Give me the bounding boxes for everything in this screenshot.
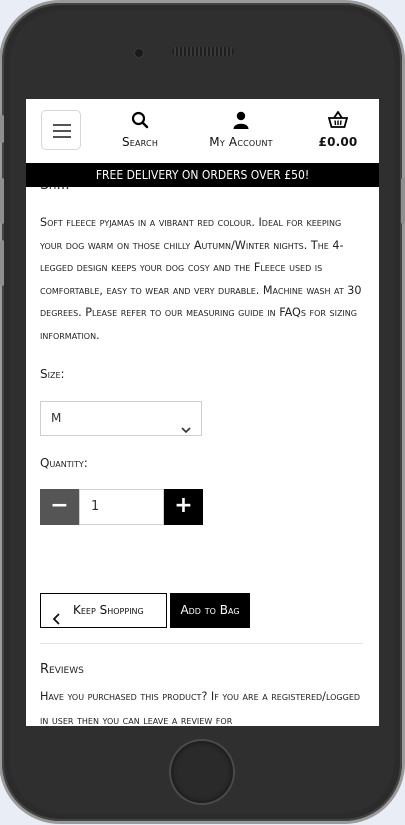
front-camera xyxy=(135,49,143,57)
user-icon xyxy=(202,111,280,131)
basket-icon xyxy=(317,110,359,131)
quantity-label: Quantity: xyxy=(40,456,88,470)
phone-volume-down xyxy=(0,240,4,286)
size-label: Size: xyxy=(40,367,65,381)
decrement-button[interactable]: − xyxy=(40,489,79,525)
quantity-input[interactable]: 1 xyxy=(79,489,164,525)
site-header: Search My Account £0.00 xyxy=(26,99,379,163)
add-to-bag-button[interactable]: Add to Bag xyxy=(170,593,250,628)
chevron-down-icon xyxy=(181,414,191,447)
hamburger-icon-bar xyxy=(53,136,71,138)
reviews-heading: Reviews xyxy=(40,662,84,677)
keep-shopping-button[interactable]: Keep Shopping xyxy=(40,593,167,628)
search-link[interactable]: Search xyxy=(118,111,162,149)
search-label: Search xyxy=(121,135,159,149)
phone-mute-switch xyxy=(0,115,4,143)
hamburger-icon-bar xyxy=(53,130,71,132)
bag-total: £0.00 xyxy=(318,135,358,149)
menu-toggle-button[interactable] xyxy=(41,110,81,150)
account-label: My Account xyxy=(209,135,273,149)
delivery-banner: FREE DELIVERY ON ORDERS OVER £50! xyxy=(26,163,379,187)
speaker-grille xyxy=(172,47,234,56)
home-button[interactable] xyxy=(171,741,233,803)
phone-power-button xyxy=(401,178,405,224)
my-account-link[interactable]: My Account xyxy=(202,111,280,149)
increment-button[interactable]: + xyxy=(164,489,203,525)
hamburger-icon xyxy=(53,124,71,126)
chevron-left-icon xyxy=(52,605,60,638)
section-divider xyxy=(40,643,363,644)
screen: Sh... Search My Account £0.00 FREE DELI xyxy=(26,99,379,726)
size-selected-value: M xyxy=(51,411,62,425)
keep-shopping-label: Keep Shopping xyxy=(73,603,144,617)
size-select[interactable]: M xyxy=(40,401,202,436)
quantity-stepper: − 1 + xyxy=(40,489,203,525)
search-icon xyxy=(118,111,162,131)
reviews-text: Have you purchased this product? If you … xyxy=(40,690,361,726)
phone-volume-up xyxy=(0,178,4,224)
bag-link[interactable]: £0.00 xyxy=(317,110,359,149)
product-description: Soft fleece pyjamas in a vibrant red col… xyxy=(40,216,362,342)
